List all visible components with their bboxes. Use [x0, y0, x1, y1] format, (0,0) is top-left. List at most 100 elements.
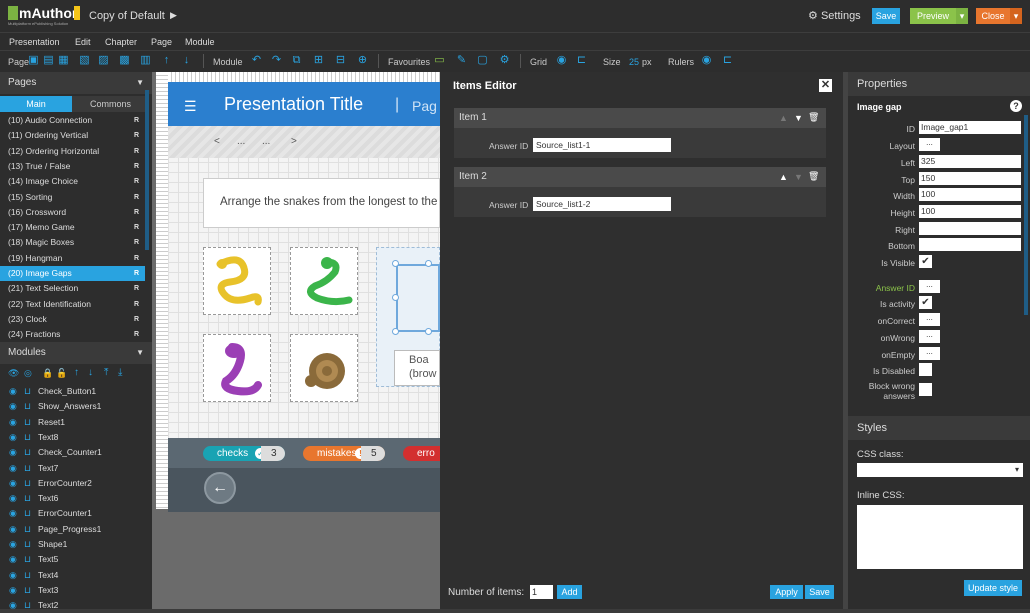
eye-icon[interactable]: ◉ [9, 583, 17, 598]
inline-css-textarea[interactable] [857, 505, 1023, 569]
move-up-icon[interactable]: ▲ [779, 113, 788, 123]
align-icon[interactable]: ⊟ [334, 54, 347, 67]
menu-chapter[interactable]: Chapter [105, 37, 137, 47]
eye-icon[interactable]: ◉ [9, 399, 17, 414]
module-list-item[interactable]: ◉ ⊔ Check_Button1 [0, 384, 145, 399]
pages-scrollbar[interactable] [145, 90, 149, 250]
duplicate-page-icon[interactable]: ▨ [97, 54, 110, 67]
collapse-icon[interactable]: ▼ [136, 78, 144, 87]
menu-page[interactable]: Page [151, 37, 172, 47]
page-list-item[interactable]: (20) Image Gaps R [0, 266, 145, 281]
move-up-icon[interactable]: ↑ [74, 367, 79, 378]
lock-icon[interactable]: ⊔ [24, 552, 31, 567]
lock-icon[interactable]: ⊔ [24, 384, 31, 399]
move-up-icon[interactable]: ▲ [779, 172, 788, 182]
nav-prev[interactable]: < [214, 136, 220, 147]
properties-scrollbar[interactable] [1024, 115, 1028, 315]
eye-icon[interactable]: ◉ [9, 445, 17, 460]
lock-icon[interactable]: ⊔ [24, 568, 31, 583]
page-list-item[interactable]: (21) Text Selection R [0, 281, 145, 296]
snake-image-green[interactable] [290, 247, 358, 315]
copy-page-icon[interactable]: ▦ [57, 54, 70, 67]
paste-page-icon[interactable]: ▧ [78, 54, 91, 67]
save-button[interactable]: Save [872, 8, 900, 24]
lock-all-icon[interactable]: 🔒 [42, 368, 53, 379]
resize-handle[interactable] [425, 328, 432, 335]
rulers-snap-icon[interactable]: ⊏ [721, 54, 734, 67]
pages-panel-header[interactable]: Pages ▼ [0, 72, 152, 94]
move-down-icon[interactable]: ↓ [88, 367, 93, 378]
prop-bottom-input[interactable] [919, 238, 1021, 251]
page-list-item[interactable]: (24) Fractions R [0, 327, 145, 342]
grid-visibility-icon[interactable]: ◉ [555, 54, 568, 67]
page-list-item[interactable]: (19) Hangman R [0, 251, 145, 266]
module-list-item[interactable]: ◉ ⊔ ErrorCounter1 [0, 506, 145, 521]
page-list-item[interactable]: (23) Clock R [0, 312, 145, 327]
module-list-item[interactable]: ◉ ⊔ Text7 [0, 461, 145, 476]
prop-on-wrong-button[interactable]: ... [919, 330, 940, 343]
prop-is-activity-checkbox[interactable]: ✔ [919, 296, 932, 309]
tab-main[interactable]: Main [0, 96, 72, 112]
prop-block-wrong-checkbox[interactable] [919, 383, 932, 396]
eye-icon[interactable]: ◉ [9, 415, 17, 430]
image-gap-selection[interactable] [396, 264, 440, 332]
copy-module-icon[interactable]: ⧉ [290, 54, 303, 67]
answer-id-input[interactable]: Source_list1-1 [533, 138, 671, 152]
menu-presentation[interactable]: Presentation [9, 37, 60, 47]
eye-icon[interactable]: ◉ [9, 598, 17, 613]
settings-button[interactable]: ⚙ Settings [808, 9, 861, 22]
menu-module[interactable]: Module [185, 37, 215, 47]
resize-handle[interactable] [392, 260, 399, 267]
resize-handle[interactable] [392, 294, 399, 301]
move-down-icon[interactable]: ↓ [180, 54, 193, 67]
move-top-icon[interactable]: ⤒ [104, 367, 108, 378]
module-list-item[interactable]: ◉ ⊔ Check_Counter1 [0, 445, 145, 460]
text-module-icon[interactable]: ✎ [455, 54, 468, 67]
page-list-item[interactable]: (16) Crossword R [0, 205, 145, 220]
page-list-item[interactable]: (12) Ordering Horizontal R [0, 144, 145, 159]
prop-id-input[interactable]: Image_gap1 [919, 121, 1021, 134]
close-dropdown-button[interactable]: ▾ [1010, 8, 1022, 24]
eye-icon[interactable]: ◉ [9, 476, 17, 491]
prop-left-input[interactable]: 325 [919, 155, 1021, 168]
page-list-item[interactable]: (18) Magic Boxes R [0, 235, 145, 250]
delete-page-icon[interactable]: ▩ [118, 54, 131, 67]
prop-top-input[interactable]: 150 [919, 172, 1021, 185]
module-list-item[interactable]: ◉ ⊔ Text8 [0, 430, 145, 445]
item-header-1[interactable]: Item 1 [454, 108, 826, 128]
undo-icon[interactable]: ↶ [250, 54, 263, 67]
lock-icon[interactable]: ⊔ [24, 461, 31, 476]
eye-icon[interactable]: ◉ [9, 384, 17, 399]
snake-image-purple[interactable] [203, 334, 271, 402]
lock-icon[interactable]: ⊔ [24, 506, 31, 521]
module-list-item[interactable]: ◉ ⊔ Page_Progress1 [0, 522, 145, 537]
page-list-item[interactable]: (10) Audio Connection R [0, 113, 145, 128]
abc-module-icon[interactable]: ▢ [476, 54, 489, 67]
number-of-items-input[interactable]: 1 [530, 585, 553, 599]
module-list-item[interactable]: ◉ ⊔ ErrorCounter2 [0, 476, 145, 491]
preview-button[interactable]: Preview [910, 8, 956, 24]
answer-id-input[interactable]: Source_list1-2 [533, 197, 671, 211]
lock-icon[interactable]: ⊔ [24, 415, 31, 430]
prop-width-input[interactable]: 100 [919, 188, 1021, 201]
presentation-title[interactable]: Presentation Title [224, 94, 363, 115]
page-list-item[interactable]: (11) Ordering Vertical R [0, 128, 145, 143]
snake-image-brown[interactable] [290, 334, 358, 402]
eye-icon[interactable]: ◉ [9, 461, 17, 476]
add-chapter-icon[interactable]: ▤ [42, 54, 55, 67]
lock-icon[interactable]: ⊔ [24, 522, 31, 537]
image-module-icon[interactable]: ▭ [433, 54, 446, 67]
presentation-name[interactable]: Copy of Default [89, 10, 165, 22]
eye-icon[interactable]: ◉ [9, 568, 17, 583]
snap-icon[interactable]: ⊏ [575, 54, 588, 67]
close-button[interactable]: Close [976, 8, 1010, 24]
lock-icon[interactable]: ⊔ [24, 476, 31, 491]
module-list-item[interactable]: ◉ ⊔ Text5 [0, 552, 145, 567]
module-list-item[interactable]: ◉ ⊔ Reset1 [0, 415, 145, 430]
page-list-item[interactable]: (15) Sorting R [0, 190, 145, 205]
apply-button[interactable]: Apply [770, 585, 803, 599]
page-list-item[interactable]: (14) Image Choice R [0, 174, 145, 189]
prop-height-input[interactable]: 100 [919, 205, 1021, 218]
lock-icon[interactable]: ⊔ [24, 491, 31, 506]
close-icon[interactable]: ✕ [819, 79, 832, 92]
